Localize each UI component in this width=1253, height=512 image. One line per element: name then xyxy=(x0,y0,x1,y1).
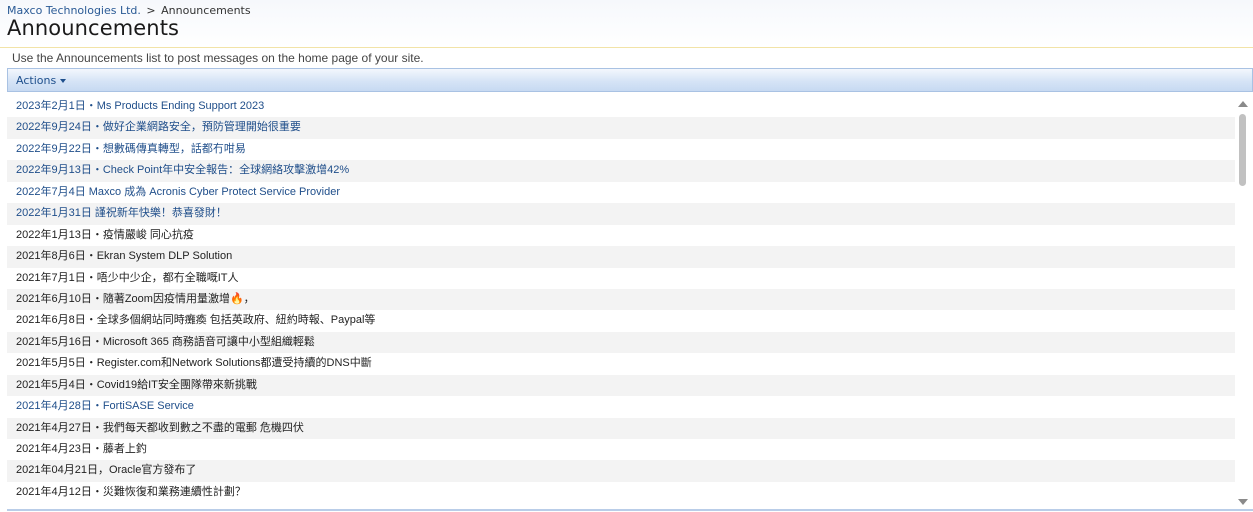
announcement-item[interactable]: 2021年4月23日・藤者上釣 xyxy=(7,439,1237,460)
announcement-item[interactable]: 2022年9月24日・做好企業網路安全，預防管理開始很重要 xyxy=(7,117,1237,139)
list-toolbar: Actions xyxy=(7,68,1253,92)
scroll-down-arrow-icon[interactable] xyxy=(1238,499,1248,505)
announcement-item[interactable]: 2021年8月6日・Ekran System DLP Solution xyxy=(7,246,1237,268)
announcement-item[interactable]: 2022年1月31日 謹祝新年快樂！恭喜發財！ xyxy=(7,203,1237,225)
list-bottom-border xyxy=(7,509,1253,511)
announcement-item[interactable]: 2021年04月21日，Oracle官方發布了 xyxy=(7,460,1237,482)
announcement-item[interactable]: 2021年4月12日・災難恢復和業務連續性計劃？ xyxy=(7,482,1237,503)
vertical-scrollbar[interactable] xyxy=(1235,96,1251,509)
actions-menu-button[interactable]: Actions xyxy=(16,74,67,87)
announcement-item[interactable]: 2021年6月10日・隨著Zoom因疫情用量激增🔥， xyxy=(7,288,1237,311)
announcement-item[interactable]: 2021年5月5日・Register.com和Network Solutions… xyxy=(7,353,1237,374)
announcement-item[interactable]: 2021年6月8日・全球多個網站同時癱瘓 包括英政府、紐約時報、Paypal等 xyxy=(7,310,1237,331)
sharepoint-page: Maxco Technologies Ltd. > Announcements … xyxy=(0,0,1253,512)
announcement-item[interactable]: 2021年7月1日・唔少中少企，都冇全職嘅IT人 xyxy=(7,268,1237,289)
announcement-item[interactable]: 2022年7月4日 Maxco 成為 Acronis Cyber Protect… xyxy=(7,182,1237,203)
announcements-list: 2023年2月1日・Ms Products Ending Support 202… xyxy=(7,96,1237,503)
announcement-item[interactable]: 2021年5月16日・Microsoft 365 商務語音可讓中小型組織輕鬆 xyxy=(7,331,1237,354)
scroll-up-arrow-icon[interactable] xyxy=(1238,101,1248,107)
chevron-down-icon xyxy=(60,79,67,83)
announcement-item[interactable]: 2022年9月22日・想數碼傳真轉型，話都冇咁易 xyxy=(7,139,1237,160)
announcement-item[interactable]: 2022年9月13日・Check Point年中安全報告：全球網絡攻擊激增42% xyxy=(7,160,1237,182)
announcement-item[interactable]: 2023年2月1日・Ms Products Ending Support 202… xyxy=(7,96,1237,117)
title-area: Maxco Technologies Ltd. > Announcements … xyxy=(0,0,1253,47)
description-bar: Use the Announcements list to post messa… xyxy=(0,47,1253,68)
announcement-item[interactable]: 2021年5月4日・Covid19給IT安全團隊帶來新挑戰 xyxy=(7,374,1237,397)
scrollbar-thumb[interactable] xyxy=(1239,114,1246,186)
page-title: Announcements xyxy=(7,16,180,40)
actions-menu-label: Actions xyxy=(16,74,57,87)
page-description: Use the Announcements list to post messa… xyxy=(12,51,424,65)
announcement-item[interactable]: 2021年4月27日・我們每天都收到數之不盡的電郵 危機四伏 xyxy=(7,417,1237,439)
announcements-list-frame: 2023年2月1日・Ms Products Ending Support 202… xyxy=(7,96,1253,509)
announcement-item[interactable]: 2021年4月28日・FortiSASE Service xyxy=(7,396,1237,417)
announcement-item[interactable]: 2022年1月13日・疫情嚴峻 同心抗疫 xyxy=(7,225,1237,246)
